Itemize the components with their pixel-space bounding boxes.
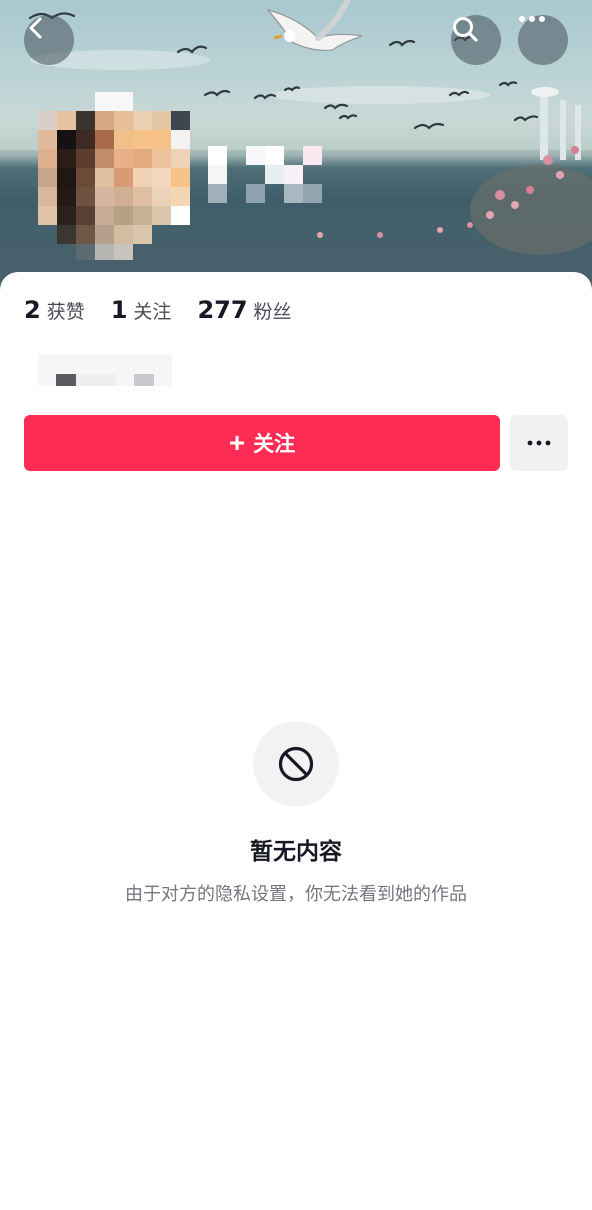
more-options-button[interactable] (518, 15, 568, 65)
plus-icon: + (228, 427, 246, 458)
likes-stat[interactable]: 2 获赞 (24, 296, 85, 324)
profile-page: 2 获赞 1 关注 277 粉丝 + 关注 暂无内容 由于对方的隐私设置，你无法… (0, 0, 592, 1210)
following-stat[interactable]: 1 关注 (111, 296, 172, 324)
search-button[interactable] (451, 15, 501, 65)
followers-label: 粉丝 (253, 301, 292, 323)
following-count: 1 (110, 296, 128, 324)
block-icon (278, 746, 314, 782)
empty-state-description: 由于对方的隐私设置，你无法看到她的作品 (125, 884, 467, 905)
chevron-left-icon (29, 17, 42, 39)
follow-button[interactable]: + 关注 (24, 415, 500, 471)
followers-count: 277 (197, 296, 248, 324)
follow-label: 关注 (253, 433, 296, 456)
more-horizontal-icon (519, 16, 545, 22)
search-icon (453, 17, 478, 42)
empty-state-title: 暂无内容 (250, 839, 342, 865)
likes-count: 2 (24, 296, 41, 324)
following-label: 关注 (133, 301, 172, 323)
profile-cover-image (0, 0, 592, 300)
followers-stat[interactable]: 277 粉丝 (197, 296, 291, 324)
empty-state-icon-container (253, 721, 339, 807)
back-button[interactable] (24, 15, 74, 65)
more-actions-button[interactable] (510, 415, 568, 471)
avatar[interactable] (38, 92, 190, 260)
profile-stats: 2 获赞 1 关注 277 粉丝 (24, 296, 318, 324)
likes-label: 获赞 (46, 301, 85, 323)
more-horizontal-icon (527, 440, 551, 446)
